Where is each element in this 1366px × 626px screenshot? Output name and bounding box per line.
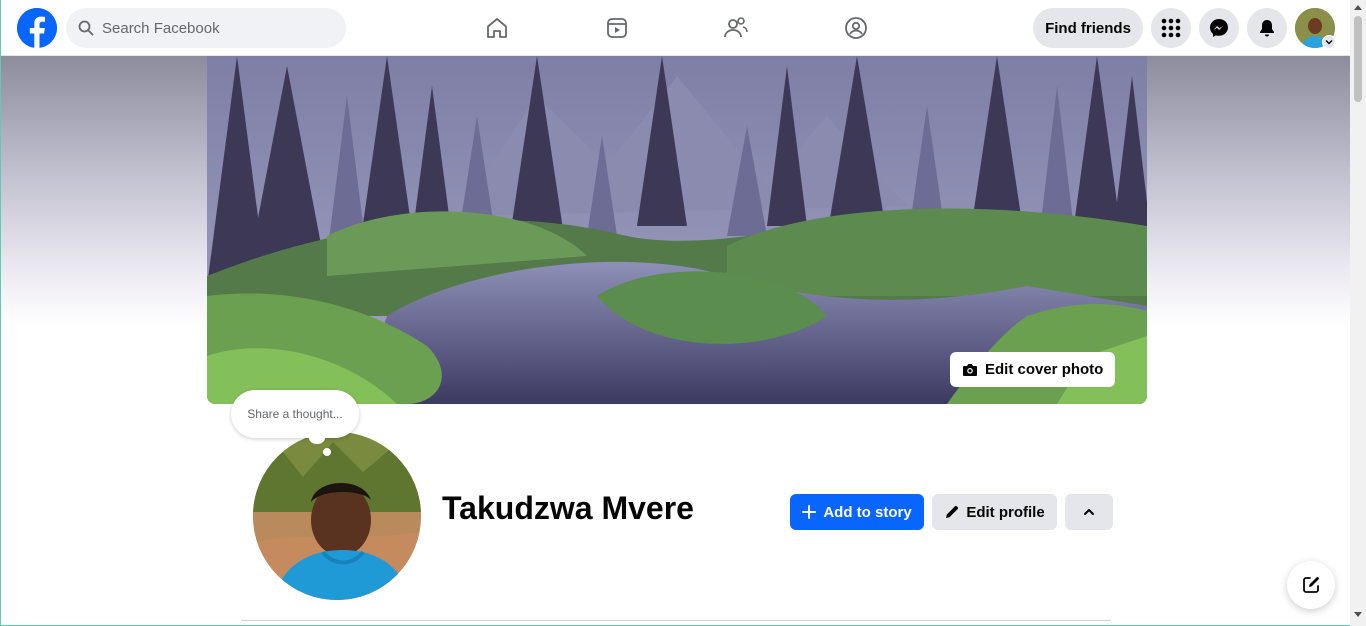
share-thought-bubble[interactable]: Share a thought... — [231, 390, 359, 438]
share-thought-text: Share a thought... — [247, 407, 343, 421]
grid-menu-icon — [1161, 18, 1181, 38]
page-scrollbar[interactable] — [1350, 0, 1366, 626]
pencil-icon — [946, 505, 959, 518]
edit-cover-photo-label: Edit cover photo — [985, 361, 1104, 378]
messenger-button[interactable] — [1199, 8, 1239, 48]
chevron-up-icon — [1084, 509, 1094, 515]
messenger-icon — [1210, 19, 1228, 37]
video-icon — [607, 18, 627, 38]
search-input[interactable] — [102, 19, 322, 37]
collapse-button[interactable] — [1065, 494, 1113, 530]
profile-picture[interactable] — [251, 430, 423, 602]
facebook-logo-icon[interactable] — [17, 8, 57, 48]
edit-profile-label: Edit profile — [966, 503, 1045, 521]
add-to-story-label: Add to story — [823, 503, 912, 521]
plus-icon — [802, 505, 817, 519]
camera-icon — [963, 363, 977, 376]
notifications-button[interactable] — [1247, 8, 1287, 48]
nav-tab-home[interactable] — [481, 12, 513, 44]
thought-bubble-tail — [309, 432, 325, 444]
friends-icon — [724, 17, 748, 38]
new-message-button[interactable] — [1287, 561, 1335, 609]
home-icon — [487, 18, 507, 38]
search-box[interactable] — [66, 8, 346, 48]
thought-bubble-tail-dot — [323, 448, 331, 456]
scroll-up-arrow-icon[interactable] — [1354, 5, 1362, 10]
nav-tab-video[interactable] — [601, 12, 633, 44]
edit-profile-button[interactable]: Edit profile — [932, 494, 1057, 530]
compose-icon — [1303, 577, 1319, 593]
profile-section-divider — [241, 620, 1111, 621]
scroll-down-arrow-icon[interactable] — [1354, 612, 1362, 617]
top-navigation-bar: Find friends — [1, 0, 1350, 56]
profile-name: Takudzwa Mvere — [442, 490, 694, 526]
bell-icon — [1260, 20, 1274, 37]
gaming-icon — [845, 17, 867, 39]
edit-cover-photo-button[interactable]: Edit cover photo — [950, 352, 1115, 387]
find-friends-button[interactable]: Find friends — [1033, 8, 1143, 48]
nav-tab-groups[interactable] — [840, 12, 872, 44]
account-menu-chevron-icon[interactable] — [1322, 35, 1336, 49]
search-icon — [78, 20, 94, 36]
scroll-thumb[interactable] — [1354, 16, 1362, 102]
nav-tab-friends[interactable] — [720, 12, 752, 44]
add-to-story-button[interactable]: Add to story — [790, 494, 924, 530]
menu-button[interactable] — [1151, 8, 1191, 48]
